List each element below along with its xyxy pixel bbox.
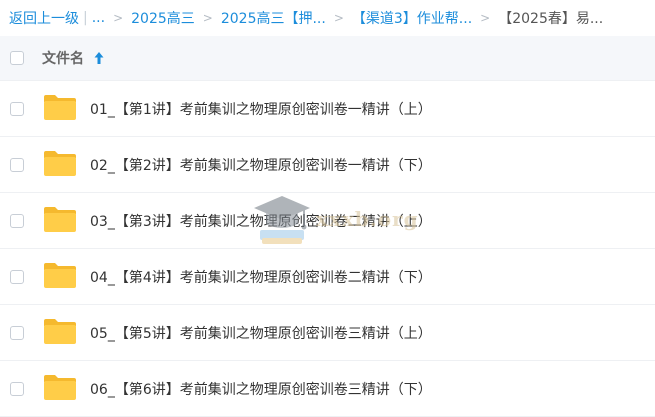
breadcrumb-ellipsis[interactable]: ... <box>92 10 105 26</box>
folder-icon <box>44 95 76 120</box>
breadcrumb-separator: > <box>202 11 213 25</box>
breadcrumb-separator: > <box>480 11 491 25</box>
back-link[interactable]: 返回上一级 <box>9 8 79 28</box>
breadcrumb: 返回上一级 | ... > 2025高三 > 2025高三【押... > 【渠道… <box>0 0 655 36</box>
file-row[interactable]: 02_【第2讲】考前集训之物理原创密训卷一精讲（下） <box>0 137 655 193</box>
folder-icon <box>44 207 76 232</box>
file-list-header: 文件名 <box>0 36 655 81</box>
select-all-checkbox[interactable] <box>10 51 24 65</box>
file-row[interactable]: 04_【第4讲】考前集训之物理原创密训卷二精讲（下） <box>0 249 655 305</box>
row-checkbox[interactable] <box>10 214 24 228</box>
filename-column-header[interactable]: 文件名 <box>42 48 84 68</box>
row-checkbox[interactable] <box>10 270 24 284</box>
file-row[interactable]: 01_【第1讲】考前集训之物理原创密训卷一精讲（上） <box>0 81 655 137</box>
file-row[interactable]: 05_【第5讲】考前集训之物理原创密训卷三精讲（上） <box>0 305 655 361</box>
row-checkbox[interactable] <box>10 382 24 396</box>
file-row[interactable]: 06_【第6讲】考前集训之物理原创密训卷三精讲（下） <box>0 361 655 417</box>
folder-icon <box>44 319 76 344</box>
file-row[interactable]: 03_【第3讲】考前集训之物理原创密训卷二精讲（上） <box>0 193 655 249</box>
file-name[interactable]: 04_【第4讲】考前集训之物理原创密训卷二精讲（下） <box>90 267 432 287</box>
file-name[interactable]: 03_【第3讲】考前集训之物理原创密训卷二精讲（上） <box>90 211 432 231</box>
row-checkbox[interactable] <box>10 326 24 340</box>
arrow-up-icon[interactable] <box>92 50 106 66</box>
breadcrumb-item-channel3[interactable]: 【渠道3】作业帮... <box>352 8 472 28</box>
file-name[interactable]: 05_【第5讲】考前集训之物理原创密训卷三精讲（上） <box>90 323 432 343</box>
breadcrumb-current: 【2025春】易... <box>498 11 604 27</box>
breadcrumb-separator: > <box>333 11 344 25</box>
file-name[interactable]: 02_【第2讲】考前集训之物理原创密训卷一精讲（下） <box>90 155 432 175</box>
breadcrumb-item-yati[interactable]: 2025高三【押... <box>221 8 326 28</box>
folder-icon <box>44 263 76 288</box>
folder-icon <box>44 375 76 400</box>
row-checkbox[interactable] <box>10 158 24 172</box>
file-name[interactable]: 01_【第1讲】考前集训之物理原创密训卷一精讲（上） <box>90 99 432 119</box>
breadcrumb-separator: > <box>113 11 124 25</box>
breadcrumb-item-2025-gaosan[interactable]: 2025高三 <box>131 8 195 28</box>
row-checkbox[interactable] <box>10 102 24 116</box>
breadcrumb-divider: | <box>83 10 88 26</box>
file-name[interactable]: 06_【第6讲】考前集训之物理原创密训卷三精讲（下） <box>90 379 432 399</box>
folder-icon <box>44 151 76 176</box>
